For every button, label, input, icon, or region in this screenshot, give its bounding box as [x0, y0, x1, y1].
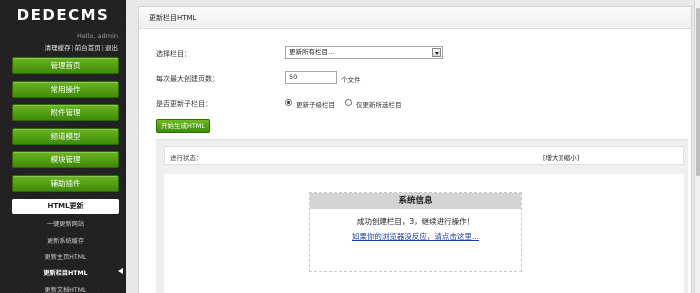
max-pages-label: 每次最大创建页数：: [156, 75, 219, 83]
chevron-down-icon[interactable]: [432, 48, 441, 57]
column-select[interactable]: 更新所有栏目...: [285, 46, 443, 59]
column-select-value: 更新所有栏目...: [289, 48, 335, 56]
select-column-label: 选择栏目：: [156, 50, 191, 58]
main-content: 更新栏目HTML 选择栏目： 更新所有栏目... 每次最大创建页数： 50 个文…: [126, 0, 700, 293]
system-info-box: 系统信息 成功创建栏目，3，继续进行操作！ 如果你的浏览器没反应，请点击这里..…: [309, 192, 522, 272]
shrink-link[interactable]: [缩小]: [561, 154, 579, 162]
menu-item-modules[interactable]: 模块管理: [12, 151, 119, 168]
update-subcat-label: 是否更新子栏目：: [156, 100, 212, 108]
frontpage-link[interactable]: 前台首页: [75, 44, 101, 52]
logo: DEDECMS: [16, 6, 110, 24]
status-controls: [增大][缩小]: [543, 152, 579, 162]
status-area: 进行状态： [增大][缩小] 系统信息 成功创建栏目，3，继续进行操作！ 如果你…: [156, 139, 688, 293]
menu-item-common-ops[interactable]: 常用操作: [12, 81, 119, 98]
scrollbar[interactable]: [694, 0, 700, 293]
scrollbar-thumb[interactable]: [696, 8, 700, 176]
triangle-left-icon: [118, 268, 123, 274]
top-links: 清理缓存|前台首页|退出: [44, 44, 118, 52]
system-info-title: 系统信息: [310, 193, 521, 209]
max-pages-input[interactable]: 50: [285, 71, 337, 84]
update-panel: 更新栏目HTML 选择栏目： 更新所有栏目... 每次最大创建页数： 50 个文…: [138, 6, 692, 293]
status-bar: 进行状态： [增大][缩小]: [164, 146, 684, 165]
menu-item-admin-home[interactable]: 管理首页: [12, 57, 119, 74]
panel-title: 更新栏目HTML: [139, 7, 691, 29]
submenu-item-update-home[interactable]: 更新主页HTML: [12, 252, 119, 261]
enlarge-link[interactable]: [增大]: [543, 154, 561, 162]
menu-item-html-update[interactable]: HTML更新: [12, 199, 119, 214]
submenu-item-update-docs[interactable]: 更新文档HTML: [12, 285, 119, 293]
clear-cache-link[interactable]: 清理缓存: [45, 44, 71, 52]
radio-update-children-label[interactable]: 更新子级栏目: [296, 99, 335, 109]
continue-link[interactable]: 如果你的浏览器没反应，请点击这里...: [310, 231, 521, 242]
radio-update-children[interactable]: [285, 99, 292, 106]
submenu-item-update-site[interactable]: 一键更新网站: [12, 219, 119, 228]
radio-update-selected-only[interactable]: [345, 99, 352, 106]
start-generate-button[interactable]: 开始生成HTML: [156, 119, 210, 133]
menu-item-channel-models[interactable]: 频道模型: [12, 128, 119, 145]
status-label: 进行状态：: [170, 154, 203, 162]
max-pages-unit: 个文件: [341, 76, 361, 84]
sidebar: DEDECMS Hello, admin 清理缓存|前台首页|退出 管理首页 常…: [0, 0, 126, 293]
submenu-item-update-column[interactable]: 更新栏目HTML: [12, 268, 119, 277]
submenu-item-update-cache[interactable]: 更新系统缓存: [12, 236, 119, 245]
radio-update-selected-only-label[interactable]: 仅更新所选栏目: [356, 99, 402, 109]
menu-item-plugins[interactable]: 辅助插件: [12, 175, 119, 192]
system-info-message: 成功创建栏目，3，继续进行操作！: [356, 217, 475, 226]
logout-link[interactable]: 退出: [105, 44, 118, 52]
status-content: 系统信息 成功创建栏目，3，继续进行操作！ 如果你的浏览器没反应，请点击这里..…: [164, 174, 684, 293]
menu-item-attachments[interactable]: 附件管理: [12, 104, 119, 121]
greeting-text: Hello, admin: [77, 32, 118, 40]
